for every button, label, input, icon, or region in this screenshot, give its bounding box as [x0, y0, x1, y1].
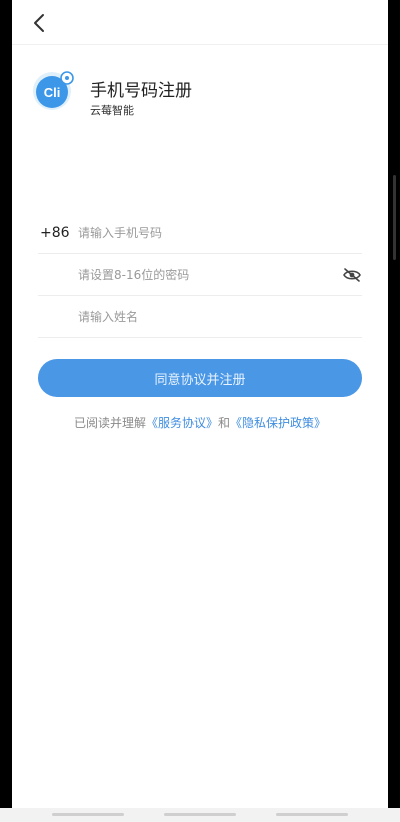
phone-row: +86: [38, 212, 362, 254]
logo-text: Cli: [44, 85, 61, 100]
app-logo: Cli: [32, 68, 78, 114]
nav-indicator-center[interactable]: [164, 813, 236, 816]
privacy-policy-link[interactable]: 《隐私保护政策》: [230, 416, 326, 430]
agreement-prefix: 已阅读并理解: [73, 416, 146, 430]
name-input[interactable]: [78, 305, 328, 329]
system-navigation-bar: [0, 808, 400, 822]
agreement-text: 已阅读并理解《服务协议》和《隐私保护政策》: [12, 414, 388, 431]
page-title: 手机号码注册: [90, 81, 192, 101]
back-button[interactable]: [24, 8, 54, 38]
header-divider: [12, 44, 388, 45]
app-name: 云莓智能: [90, 104, 134, 117]
agree-register-button[interactable]: 同意协议并注册: [38, 359, 362, 397]
nav-indicator-left[interactable]: [52, 813, 124, 816]
password-input[interactable]: [78, 263, 328, 287]
agreement-connector: 和: [218, 416, 231, 430]
phone-input[interactable]: [78, 221, 328, 245]
chevron-left-icon: [34, 14, 44, 32]
country-code[interactable]: +86: [40, 225, 80, 241]
nav-indicator-right[interactable]: [276, 813, 348, 816]
name-row: [38, 296, 362, 338]
password-visibility-toggle[interactable]: [342, 266, 362, 284]
password-row: [38, 254, 362, 296]
service-agreement-link[interactable]: 《服务协议》: [146, 416, 218, 430]
eye-off-icon: [343, 268, 361, 282]
side-hardware-edge: [393, 175, 396, 260]
app-screen: Cli 手机号码注册 云莓智能 +86 同意协议并注册 已阅读并理解《服务协议》…: [12, 0, 388, 808]
